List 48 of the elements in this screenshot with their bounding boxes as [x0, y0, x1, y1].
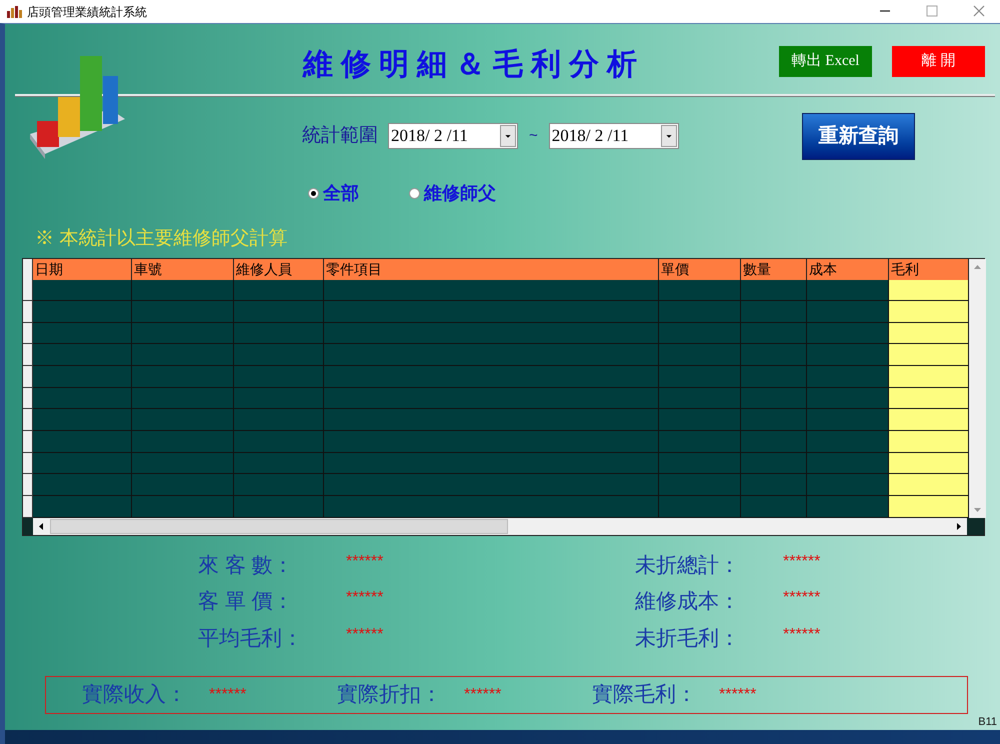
caret-icon [500, 125, 516, 147]
row-selector-column[interactable] [23, 280, 33, 518]
summary-value: ****** [346, 552, 384, 572]
total-label: 實際毛利： [592, 682, 697, 708]
column-header[interactable]: 維修人員 [234, 258, 324, 280]
query-button[interactable]: 重新查詢 [802, 112, 915, 160]
summary-label: 未折毛利： [635, 626, 741, 652]
scrollbar-thumb[interactable] [50, 518, 508, 534]
corner-header [23, 258, 33, 280]
range-label: 統計範圍 [302, 124, 378, 148]
column-header[interactable]: 車號 [132, 258, 234, 280]
summary-value: ****** [783, 552, 822, 572]
summary-label: 未折總計： [635, 552, 741, 578]
horizontal-scrollbar[interactable] [33, 518, 967, 534]
caret-icon [660, 125, 677, 147]
export-button[interactable]: 轉出 Excel [779, 46, 872, 77]
range-separator: ~ [529, 126, 538, 146]
form-code: B11 [978, 714, 997, 730]
total-value: ****** [464, 685, 502, 705]
summary-label: 客 單 價： [198, 589, 295, 615]
bar-chart-icon [7, 6, 22, 18]
summary-label: 來 客 數： [198, 552, 295, 578]
total-label: 實際折扣： [337, 682, 442, 708]
summary-value: ****** [783, 624, 822, 644]
column-header[interactable]: 數量 [741, 258, 807, 280]
page-title: 維修明細＆毛利分析 [303, 47, 645, 83]
close-icon[interactable] [973, 5, 985, 17]
total-label: 實際收入： [82, 682, 187, 708]
total-value: ****** [719, 685, 758, 705]
column-header[interactable]: 日期 [33, 258, 132, 280]
column-header[interactable]: 單價 [659, 258, 741, 280]
filter-radio[interactable]: 全部 [308, 180, 359, 206]
exit-button[interactable]: 離 開 [892, 46, 985, 77]
summary-value: ****** [783, 588, 822, 608]
summary-label: 維修成本： [635, 589, 741, 615]
summary-value: ****** [346, 588, 384, 608]
column-header[interactable]: 零件項目 [324, 258, 659, 280]
summary-value: ****** [346, 624, 384, 644]
column-header[interactable]: 毛利 [889, 258, 969, 280]
vertical-scrollbar[interactable] [969, 258, 986, 518]
date-from-dropdown[interactable]: 2018/ 2 /11 [388, 123, 518, 149]
summary-label: 平均毛利： [198, 626, 304, 652]
filter-radio[interactable]: 維修師父 [409, 180, 496, 206]
date-to-dropdown[interactable]: 2018/ 2 /11 [548, 123, 679, 149]
column-header[interactable]: 成本 [807, 258, 889, 280]
window-title: 店頭管理業績統計系統 [27, 4, 147, 20]
total-value: ****** [209, 685, 248, 705]
note-text: ※ 本統計以主要維修師父計算 [35, 227, 288, 251]
